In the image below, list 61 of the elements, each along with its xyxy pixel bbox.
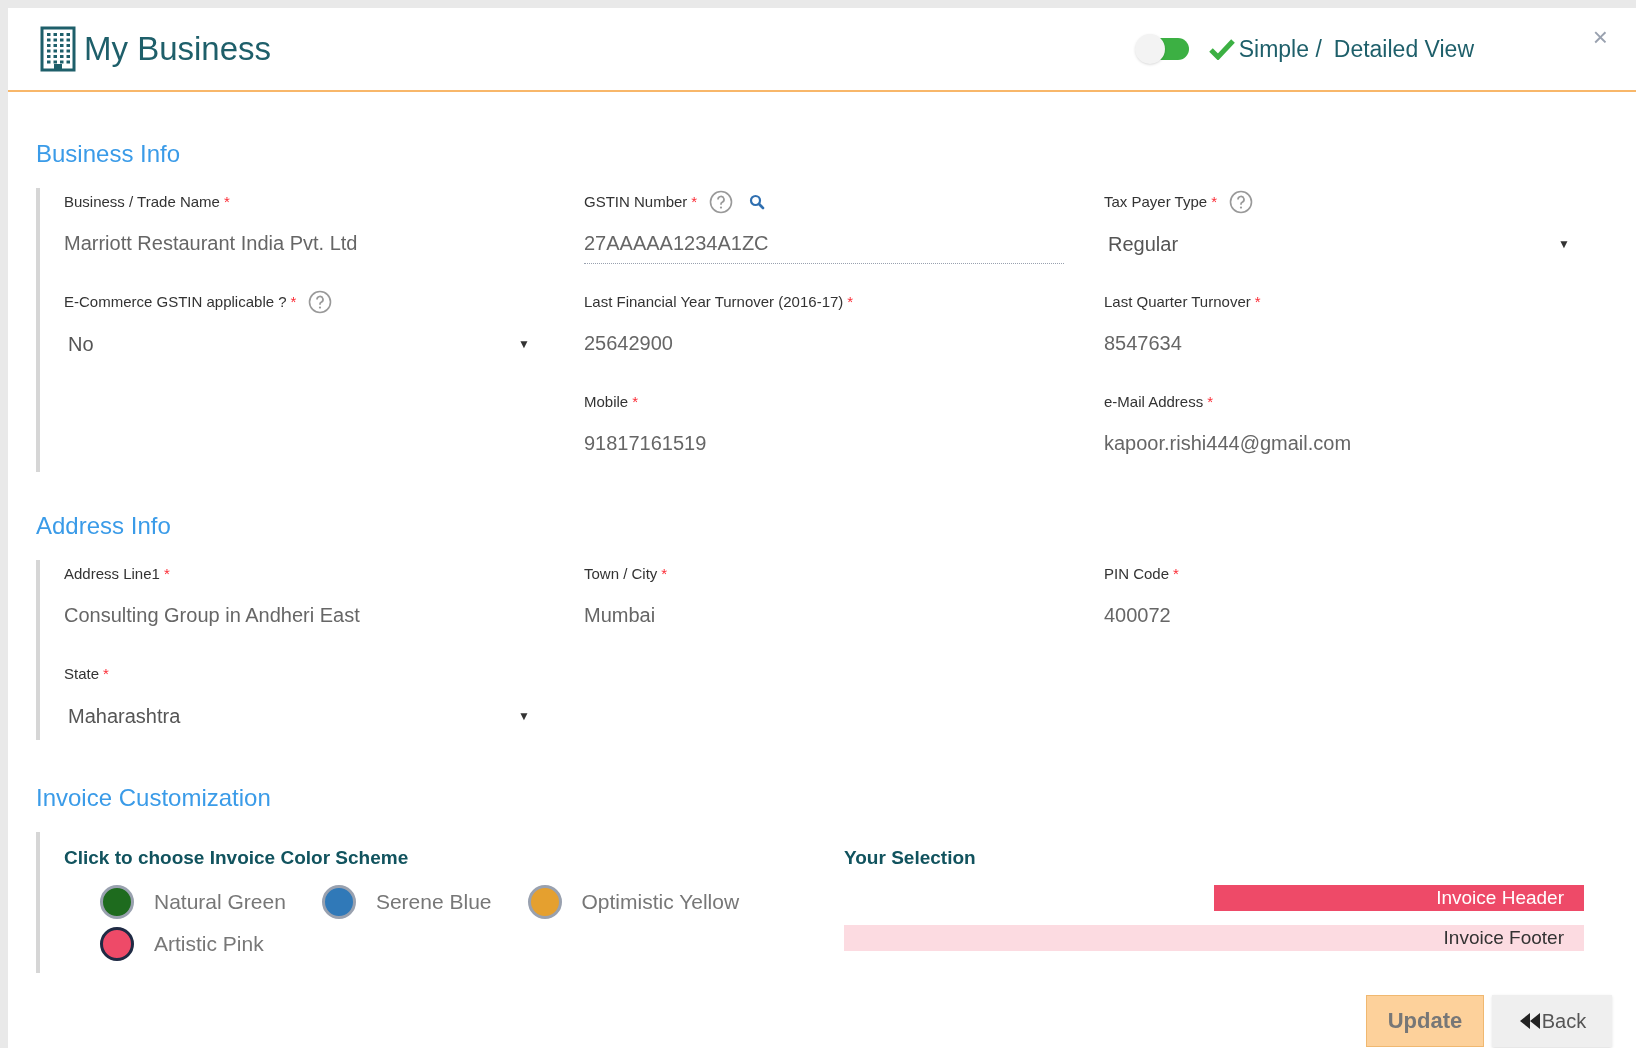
- color-option[interactable]: Optimistic Yellow: [527, 884, 740, 919]
- required-mark: *: [632, 391, 639, 412]
- input-field[interactable]: Mumbai: [584, 600, 1064, 636]
- input-field[interactable]: 27AAAAA1234A1ZC: [584, 228, 1064, 264]
- detailed-view-label[interactable]: Detailed View: [1333, 31, 1474, 67]
- field-label: E-Commerce GSTIN applicable ?: [64, 291, 287, 312]
- field-label: Business / Trade Name: [64, 191, 220, 212]
- select-field[interactable]: Maharashtra ▼: [64, 700, 534, 732]
- invoice-header-preview: Invoice Header: [1214, 884, 1584, 911]
- field-label: Address Line1: [64, 563, 160, 584]
- field-label: e-Mail Address: [1104, 391, 1204, 412]
- help-icon[interactable]: [308, 290, 333, 314]
- color-scheme-prompt: Click to choose Invoice Color Scheme: [64, 846, 410, 870]
- your-selection-title: Your Selection: [844, 846, 977, 870]
- dropdown-caret-icon: ▼: [1558, 235, 1570, 253]
- select-field[interactable]: No ▼: [64, 328, 534, 360]
- simple-view-label[interactable]: Simple /: [1238, 31, 1322, 67]
- field-label: Mobile: [584, 391, 629, 412]
- help-icon[interactable]: [1228, 190, 1253, 214]
- required-mark: *: [1254, 291, 1261, 312]
- building-icon: [40, 26, 76, 72]
- dropdown-caret-icon: ▼: [518, 335, 530, 353]
- field-label: Last Quarter Turnover: [1104, 291, 1251, 312]
- required-mark: *: [103, 663, 109, 684]
- select-field[interactable]: Regular ▼: [1104, 228, 1574, 260]
- color-option[interactable]: Natural Green: [100, 884, 286, 919]
- color-option[interactable]: Serene Blue: [321, 884, 492, 919]
- input-field[interactable]: kapoor.rishi444@gmail.com: [1104, 428, 1584, 464]
- required-mark: *: [1207, 391, 1214, 412]
- search-icon[interactable]: [749, 194, 766, 210]
- input-field[interactable]: Consulting Group in Andheri East: [64, 600, 544, 636]
- help-icon[interactable]: [709, 190, 734, 214]
- required-mark: *: [1173, 563, 1179, 584]
- input-field[interactable]: 8547634: [1104, 328, 1584, 364]
- section-title: Business Info: [36, 139, 182, 169]
- field-label: PIN Code: [1104, 563, 1170, 584]
- required-mark: *: [290, 291, 297, 312]
- input-field[interactable]: 25642900: [584, 328, 1064, 364]
- required-mark: *: [847, 291, 854, 312]
- required-mark: *: [691, 191, 698, 212]
- section-title: Address Info: [36, 511, 172, 541]
- dialog-title: My Business: [84, 29, 272, 70]
- field-label: Last Financial Year Turnover (2016-17): [584, 291, 844, 312]
- required-mark: *: [661, 563, 668, 584]
- required-mark: *: [163, 563, 170, 584]
- color-option[interactable]: Artistic Pink: [100, 926, 264, 961]
- dropdown-caret-icon: ▼: [518, 707, 530, 725]
- input-field[interactable]: 91817161519: [584, 428, 1064, 464]
- required-mark: *: [223, 191, 230, 212]
- update-button[interactable]: Update: [1366, 994, 1484, 1047]
- field-label: Town / City: [584, 563, 658, 584]
- invoice-footer-preview: Invoice Footer: [844, 924, 1584, 951]
- input-field[interactable]: Marriott Restaurant India Pvt. Ltd: [64, 228, 544, 264]
- check-icon: [1208, 38, 1235, 60]
- back-button[interactable]: Back: [1492, 994, 1612, 1047]
- required-mark: *: [1211, 191, 1217, 212]
- field-label: State: [64, 663, 100, 684]
- section-title: Invoice Customization: [36, 783, 272, 813]
- field-label: Tax Payer Type: [1104, 191, 1208, 212]
- field-label: GSTIN Number: [584, 191, 688, 212]
- input-field[interactable]: 400072: [1104, 600, 1584, 636]
